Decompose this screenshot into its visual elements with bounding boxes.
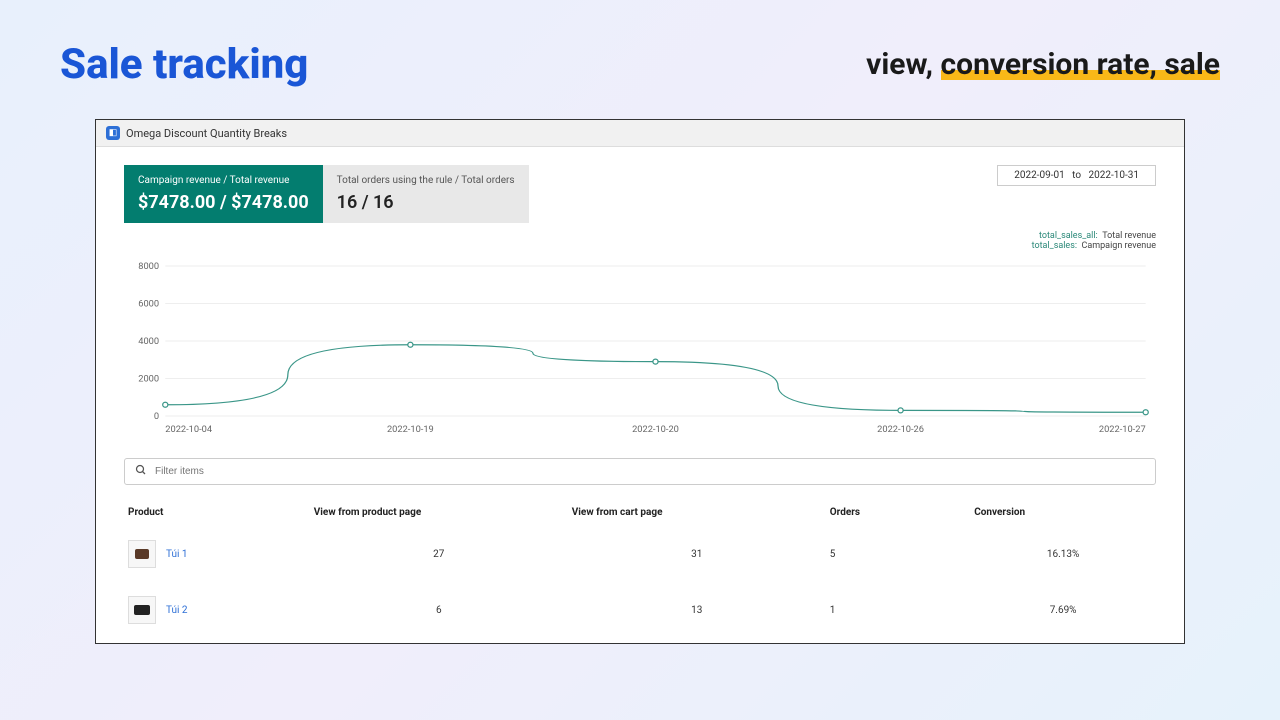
col-view-product: View from product page — [310, 499, 568, 526]
svg-text:8000: 8000 — [138, 262, 159, 272]
table-row: Túi 1 27 31 5 16.13% — [124, 526, 1156, 582]
col-product: Product — [124, 499, 310, 526]
revenue-label: Campaign revenue / Total revenue — [138, 175, 309, 186]
svg-text:2000: 2000 — [138, 375, 159, 385]
revenue-card: Campaign revenue / Total revenue $7478.0… — [124, 165, 323, 223]
page-title: Sale tracking — [60, 40, 308, 89]
svg-text:2022-10-19: 2022-10-19 — [387, 425, 434, 435]
col-conversion: Conversion — [970, 499, 1156, 526]
cell-view-product: 6 — [310, 582, 568, 638]
date-range-picker[interactable]: 2022-09-01 to 2022-10-31 — [997, 165, 1156, 186]
svg-text:4000: 4000 — [138, 337, 159, 347]
chart-legend: total_sales_all: Total revenue total_sal… — [124, 231, 1156, 251]
cell-orders: 1 — [826, 582, 970, 638]
filter-search[interactable] — [124, 458, 1156, 485]
orders-card: Total orders using the rule / Total orde… — [323, 165, 529, 223]
svg-text:2022-10-27: 2022-10-27 — [1099, 425, 1146, 435]
products-table: Product View from product page View from… — [124, 499, 1156, 638]
cell-conversion: 7.69% — [970, 582, 1156, 638]
table-row: Túi 2 6 13 1 7.69% — [124, 582, 1156, 638]
svg-text:2022-10-20: 2022-10-20 — [632, 425, 679, 435]
cell-view-cart: 13 — [568, 582, 826, 638]
revenue-chart: 0 2000 4000 6000 8000 2022-10-04 2022-10-19 202… — [124, 261, 1156, 436]
filter-input[interactable] — [155, 466, 1145, 477]
svg-text:6000: 6000 — [138, 300, 159, 310]
app-icon: ◧ — [106, 126, 120, 140]
cell-view-cart: 31 — [568, 526, 826, 582]
orders-label: Total orders using the rule / Total orde… — [337, 175, 515, 186]
page-subtitle: view, conversion rate, sale — [866, 47, 1220, 82]
product-link[interactable]: Túi 2 — [166, 605, 188, 616]
product-thumb — [128, 596, 156, 624]
app-name: Omega Discount Quantity Breaks — [126, 127, 287, 140]
orders-value: 16 / 16 — [337, 192, 515, 213]
app-titlebar: ◧ Omega Discount Quantity Breaks — [96, 120, 1184, 147]
product-link[interactable]: Túi 1 — [166, 549, 188, 560]
revenue-value: $7478.00 / $7478.00 — [138, 192, 309, 213]
app-window: ◧ Omega Discount Quantity Breaks Campaig… — [95, 119, 1185, 644]
search-icon — [135, 464, 147, 479]
col-orders: Orders — [826, 499, 970, 526]
svg-text:2022-10-04: 2022-10-04 — [165, 425, 212, 435]
cell-view-product: 27 — [310, 526, 568, 582]
cell-conversion: 16.13% — [970, 526, 1156, 582]
svg-text:0: 0 — [154, 412, 159, 422]
cell-orders: 5 — [826, 526, 970, 582]
product-thumb — [128, 540, 156, 568]
svg-text:2022-10-26: 2022-10-26 — [877, 425, 924, 435]
col-view-cart: View from cart page — [568, 499, 826, 526]
